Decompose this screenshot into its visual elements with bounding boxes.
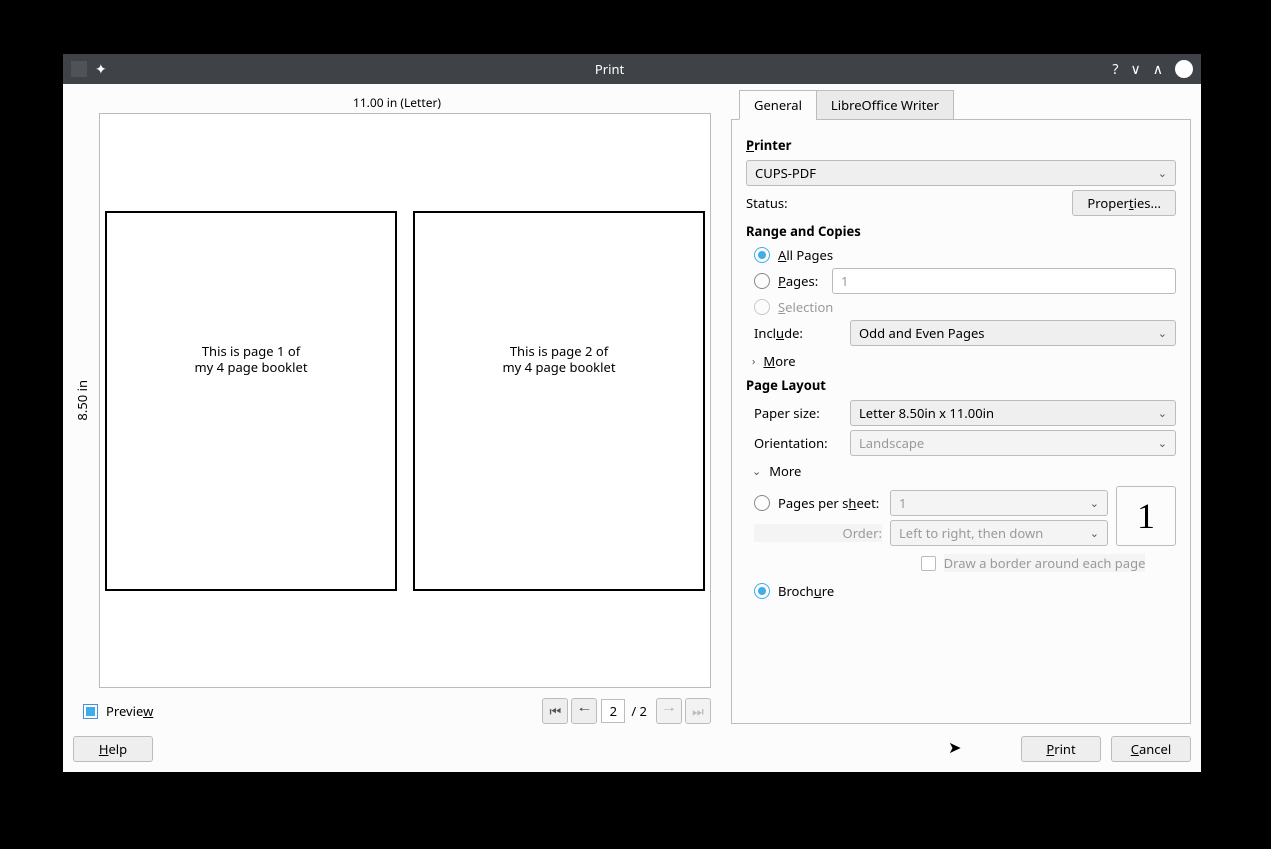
printer-status-label: Status:: [746, 194, 788, 212]
section-range: Range and Copies: [746, 222, 1176, 240]
radio-pages[interactable]: [754, 273, 770, 289]
range-more-expander[interactable]: › More: [752, 352, 1176, 370]
pages-per-sheet-select: 1⌄: [890, 490, 1108, 516]
page-number-input[interactable]: [601, 699, 625, 723]
section-layout: Page Layout: [746, 376, 1176, 394]
orientation-select: Landscape⌄: [850, 430, 1176, 456]
preview-pane: 11.00 in (Letter) 8.50 in This is page 1…: [73, 90, 721, 724]
first-page-button[interactable]: ⏮: [542, 698, 568, 724]
layout-more-expander[interactable]: ⌄ More: [752, 462, 1176, 480]
preview-page-2: This is page 2 ofmy 4 page booklet: [413, 211, 705, 591]
titlebar: ✦ Print ? ∨ ∧ ✕: [63, 54, 1201, 84]
cancel-button[interactable]: Cancel: [1111, 736, 1191, 762]
pin-icon[interactable]: ✦: [95, 60, 107, 79]
draw-border-label: Draw a border around each page: [944, 554, 1146, 572]
paper-size-label: Paper size:: [754, 404, 842, 422]
include-select[interactable]: Odd and Even Pages⌄: [850, 320, 1176, 346]
close-icon[interactable]: ✕: [1175, 60, 1193, 78]
section-printer: Printer: [746, 136, 1176, 154]
minimize-icon[interactable]: ∨: [1131, 60, 1141, 79]
printer-select[interactable]: CUPS-PDF⌄: [746, 160, 1176, 186]
last-page-button[interactable]: ⏭: [685, 698, 711, 724]
radio-all-pages-label[interactable]: All Pages: [778, 246, 833, 264]
radio-all-pages[interactable]: [754, 247, 770, 263]
prev-page-button[interactable]: 🠐: [571, 698, 597, 724]
dialog-footer: Help Print Cancel: [73, 724, 1191, 762]
app-icon: [71, 61, 87, 77]
preview-canvas: This is page 1 ofmy 4 page booklet This …: [99, 113, 711, 688]
radio-selection-label: Selection: [778, 298, 833, 316]
pages-per-sheet-preview: 1: [1116, 486, 1176, 546]
radio-brochure-label[interactable]: Brochure: [778, 582, 834, 600]
next-page-button[interactable]: 🠒: [656, 698, 682, 724]
radio-pages-per-sheet[interactable]: [754, 495, 770, 511]
tab-writer[interactable]: LibreOffice Writer: [816, 90, 954, 120]
radio-selection: [754, 299, 770, 315]
print-dialog: ✦ Print ? ∨ ∧ ✕ 11.00 in (Letter) 8.50 i…: [63, 54, 1201, 772]
order-select: Left to right, then down⌄: [890, 520, 1108, 546]
radio-brochure[interactable]: [754, 583, 770, 599]
preview-page-1: This is page 1 ofmy 4 page booklet: [105, 211, 397, 591]
preview-checkbox-label[interactable]: Preview: [106, 702, 153, 720]
orientation-label: Orientation:: [754, 434, 842, 452]
maximize-icon[interactable]: ∧: [1153, 60, 1163, 79]
radio-pages-label[interactable]: Pages:: [778, 272, 824, 290]
preview-checkbox[interactable]: [83, 704, 98, 719]
help-icon[interactable]: ?: [1112, 60, 1118, 79]
paper-size-select[interactable]: Letter 8.50in x 11.00in⌄: [850, 400, 1176, 426]
page-total-label: / 2: [631, 702, 647, 720]
draw-border-checkbox: [921, 556, 936, 571]
window-title: Print: [107, 60, 1113, 78]
help-button[interactable]: Help: [73, 736, 153, 762]
order-label: Order:: [754, 524, 882, 542]
page-height-label: 8.50 in: [73, 113, 91, 688]
properties-button[interactable]: Properties...: [1072, 190, 1176, 216]
tab-general[interactable]: General: [739, 90, 817, 120]
pages-input[interactable]: 1: [832, 268, 1176, 294]
pages-per-sheet-label[interactable]: Pages per sheet:: [778, 494, 882, 512]
page-width-label: 11.00 in (Letter): [73, 90, 721, 113]
print-button[interactable]: Print: [1021, 736, 1101, 762]
include-label: Include:: [754, 324, 842, 342]
settings-pane: General LibreOffice Writer Printer CUPS-…: [731, 90, 1191, 724]
